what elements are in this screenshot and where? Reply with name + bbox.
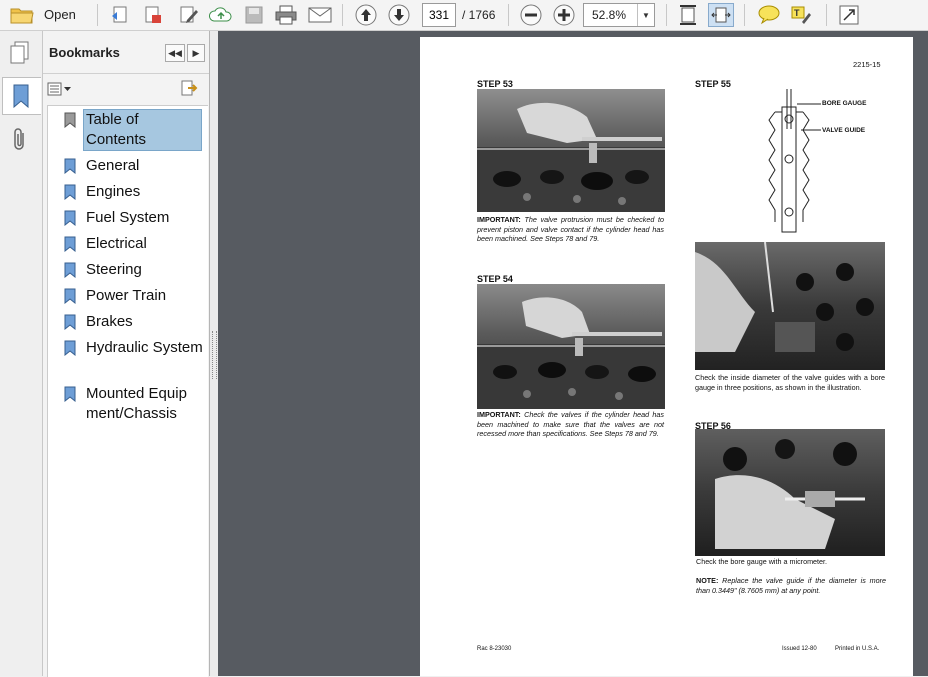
valve-guide-label: VALVE GUIDE — [822, 127, 866, 134]
bookmark-label: Power Train — [86, 287, 167, 304]
edit-pdf-icon[interactable] — [176, 3, 202, 27]
bookmark-label: Steering — [86, 261, 142, 278]
bookmark-label: Table of Contents — [83, 109, 202, 151]
svg-text:T: T — [794, 8, 800, 18]
step-56-note-text: Replace the valve guide if the diameter … — [696, 576, 886, 595]
bookmark-label: General — [86, 157, 140, 174]
step-56-caption: Check the bore gauge with a micrometer. — [696, 557, 828, 566]
bookmark-label: Mounted Equipment/Chassis — [86, 385, 187, 422]
bookmark-label: Hydraulic System — [86, 339, 203, 356]
previous-page-icon[interactable] — [354, 3, 378, 27]
bookmark-icon — [64, 236, 76, 252]
bookmark-label: Brakes — [86, 313, 133, 330]
panel-divider — [43, 73, 209, 74]
step-53-caption: IMPORTANT: The valve protrusion must be … — [477, 215, 664, 244]
footer-doc-code: Rac 8-23030 — [477, 646, 512, 652]
comment-icon[interactable] — [756, 3, 782, 27]
fullscreen-icon[interactable] — [836, 3, 862, 27]
bookmark-label: Engines — [86, 183, 141, 200]
footer-printed: Printed in U.S.A. — [835, 646, 880, 652]
bookmarks-panel-title: Bookmarks — [49, 45, 120, 60]
export-pdf-icon[interactable] — [140, 3, 166, 27]
bookmark-ribbon-icon — [13, 84, 29, 108]
bookmark-icon — [64, 158, 76, 174]
toolbar-divider — [744, 4, 745, 26]
step-55-photo — [695, 242, 885, 370]
expand-panel-icon[interactable]: ▶ — [187, 44, 205, 62]
bore-gauge-label: BORE GAUGE — [822, 100, 867, 107]
zoom-out-icon[interactable] — [519, 3, 543, 27]
panel-resize-handle[interactable] — [210, 31, 218, 676]
toolbar-divider — [342, 4, 343, 26]
save-icon[interactable] — [242, 3, 266, 27]
step-56-note-lead: NOTE: — [696, 576, 719, 585]
step-54-important: IMPORTANT: — [477, 410, 521, 419]
step-56-photo — [695, 429, 885, 556]
step-54-photo — [477, 284, 665, 409]
open-button-label[interactable]: Open — [44, 7, 76, 22]
bookmark-label: Electrical — [86, 235, 147, 252]
toolbar-divider — [826, 4, 827, 26]
main-toolbar: Open 331 / 1766 52.8% ▼ T — [0, 0, 928, 31]
chevron-down-icon[interactable]: ▼ — [637, 4, 654, 26]
step-54-caption: IMPORTANT: Check the valves if the cylin… — [477, 410, 664, 439]
navigation-pane-strip — [0, 31, 43, 676]
step-53-important: IMPORTANT: — [477, 215, 521, 224]
pdf-page: 2215-15 STEP 53 IMPORTANT: The valve pro… — [420, 37, 913, 676]
step-55-title: STEP 55 — [695, 79, 731, 89]
collapse-panel-icon[interactable]: ◀◀ — [165, 44, 185, 62]
page-code: 2215-15 — [853, 60, 881, 69]
email-icon[interactable] — [306, 3, 334, 27]
highlight-pen-icon[interactable]: T — [788, 3, 814, 27]
bookmark-icon — [64, 340, 76, 356]
bookmark-icon — [64, 210, 76, 226]
open-folder-icon[interactable] — [8, 3, 36, 27]
zoom-in-icon[interactable] — [552, 3, 576, 27]
document-viewer[interactable]: 2215-15 STEP 53 IMPORTANT: The valve pro… — [218, 31, 928, 676]
footer-issued: Issued 12-80 — [782, 646, 817, 652]
bookmarks-tree: Table of Contents General Engines Fuel S… — [47, 105, 208, 677]
fit-page-icon[interactable] — [676, 3, 700, 27]
bookmark-icon — [64, 288, 76, 304]
cloud-upload-icon[interactable] — [208, 3, 234, 27]
bookmark-label: Fuel System — [86, 209, 170, 226]
attachments-paperclip-icon[interactable] — [10, 127, 30, 158]
grip-dots-icon — [212, 331, 217, 379]
bookmarks-panel-tab[interactable] — [2, 77, 41, 115]
step-55-caption: Check the inside diameter of the valve g… — [695, 373, 885, 392]
bookmark-icon — [64, 314, 76, 330]
toolbar-divider — [666, 4, 667, 26]
page-number-input[interactable]: 331 — [422, 3, 456, 27]
bookmarks-panel: Bookmarks ◀◀ ▶ Table of Contents General… — [43, 31, 210, 677]
step-53-photo — [477, 89, 665, 212]
step-53-title: STEP 53 — [477, 79, 513, 89]
find-bookmark-icon[interactable] — [179, 79, 201, 99]
bookmark-icon — [64, 184, 76, 200]
page-thumbnails-icon[interactable] — [9, 41, 31, 70]
page-total-label: / 1766 — [462, 8, 496, 22]
toolbar-divider — [97, 4, 98, 26]
create-pdf-icon[interactable] — [108, 3, 134, 27]
next-page-icon[interactable] — [387, 3, 411, 27]
print-icon[interactable] — [273, 3, 299, 27]
bookmark-icon — [64, 112, 76, 128]
fit-width-icon[interactable] — [708, 3, 734, 27]
bookmark-icon — [64, 262, 76, 278]
toolbar-divider — [508, 4, 509, 26]
bookmark-icon — [64, 386, 76, 402]
zoom-level-select[interactable]: 52.8% ▼ — [583, 3, 655, 27]
step-54-title: STEP 54 — [477, 274, 513, 284]
step-56-note: NOTE: Replace the valve guide if the dia… — [696, 576, 886, 595]
zoom-level-value: 52.8% — [592, 8, 627, 22]
valve-guide-diagram — [755, 87, 895, 237]
bookmark-options-icon[interactable] — [47, 81, 73, 97]
